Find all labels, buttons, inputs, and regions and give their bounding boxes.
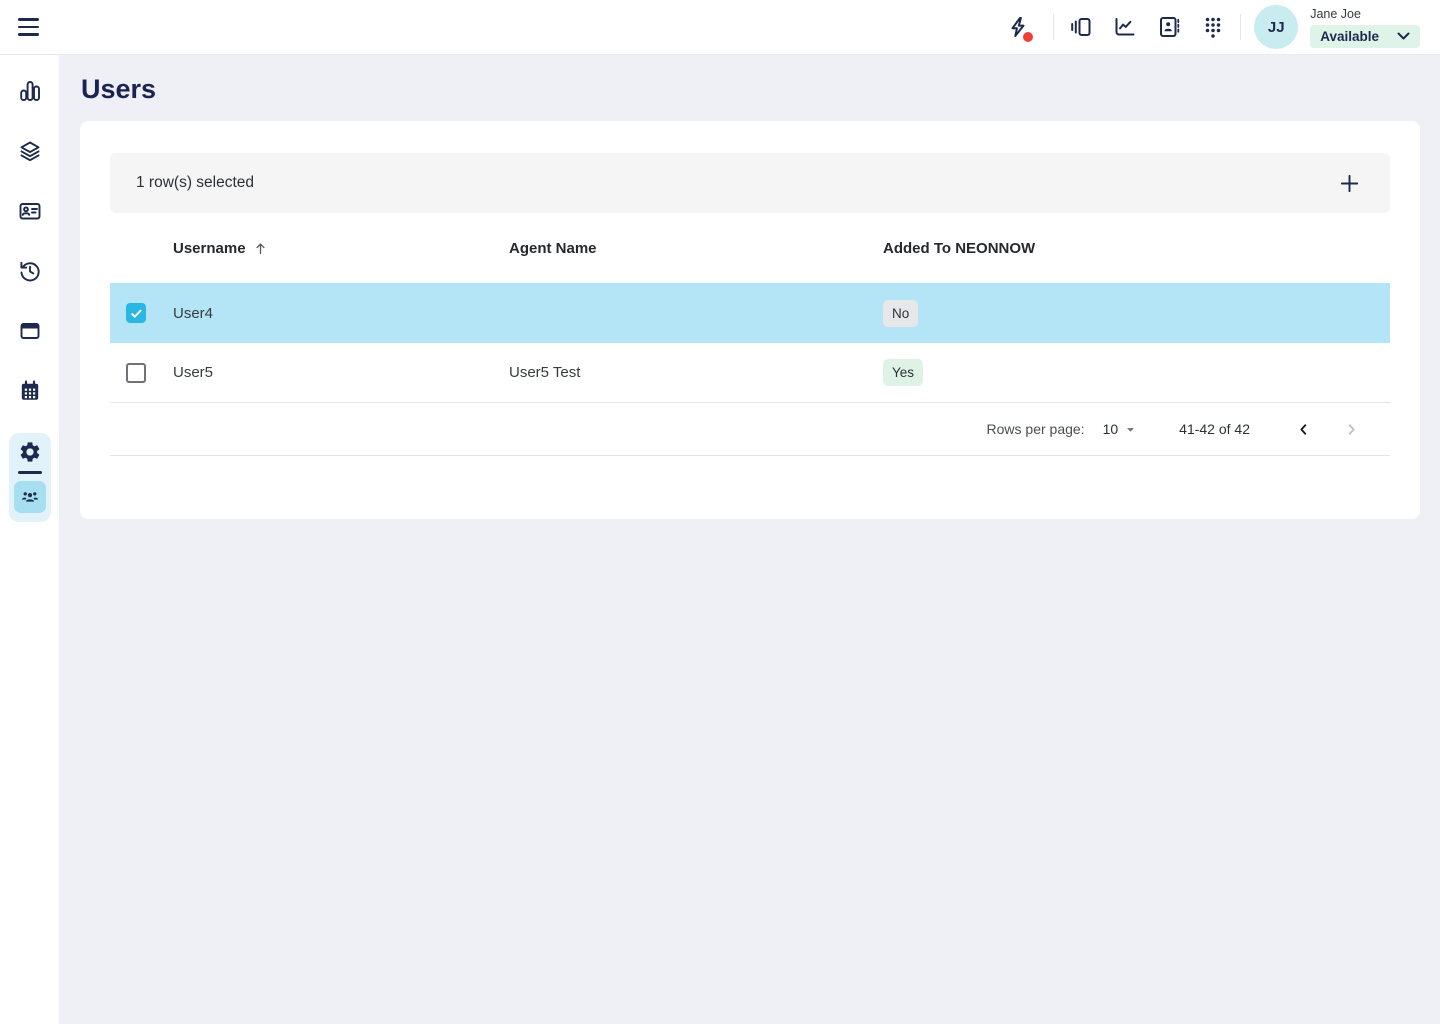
- status-dropdown[interactable]: Available: [1310, 25, 1420, 48]
- row-checkbox-unchecked[interactable]: [126, 363, 146, 383]
- sidebar-item-layers[interactable]: [18, 139, 42, 163]
- cell-agent-name: User5 Test: [509, 364, 883, 381]
- main-content: Users 1 row(s) selected Username: [59, 55, 1440, 519]
- sidebar-item-settings[interactable]: [18, 440, 42, 464]
- line-chart-icon: [1113, 15, 1137, 39]
- pagination-bar: Rows per page: 10 41-42 of 42: [110, 403, 1390, 456]
- sidebar-item-history[interactable]: [18, 259, 42, 283]
- cell-username: User5: [173, 364, 509, 381]
- user-block: Jane Joe Available: [1310, 7, 1420, 48]
- sidebar-settings-group: [9, 433, 51, 522]
- column-header-agent-name[interactable]: Agent Name: [509, 240, 883, 257]
- id-card-icon: [18, 199, 42, 223]
- avatar[interactable]: JJ: [1254, 5, 1298, 49]
- sort-ascending-icon: [253, 241, 268, 256]
- bar-chart-icon: [18, 79, 42, 103]
- page-title: Users: [81, 74, 1440, 105]
- sidebar-item-users[interactable]: [14, 481, 46, 513]
- next-page-button[interactable]: [1336, 414, 1366, 444]
- panels-button[interactable]: [1059, 5, 1103, 49]
- status-label: Available: [1320, 29, 1379, 44]
- analytics-button[interactable]: [1103, 5, 1147, 49]
- divider: [1053, 14, 1054, 40]
- sidebar: [0, 55, 59, 1024]
- select-arrow-icon: [1122, 421, 1139, 438]
- sidebar-item-window[interactable]: [18, 319, 42, 343]
- cell-username: User4: [173, 305, 509, 322]
- plus-icon: [1338, 172, 1361, 195]
- browser-window-icon: [18, 319, 42, 343]
- history-icon: [18, 259, 42, 283]
- gear-icon: [18, 440, 42, 464]
- selection-toolbar: 1 row(s) selected: [110, 153, 1390, 213]
- table-row[interactable]: User5 User5 Test Yes: [110, 343, 1390, 403]
- chevron-right-icon: [1343, 421, 1360, 438]
- row-checkbox-checked[interactable]: [126, 303, 146, 323]
- topbar-actions: JJ Jane Joe Available: [996, 5, 1440, 49]
- sidebar-item-contact-card[interactable]: [18, 199, 42, 223]
- table-row[interactable]: User4 No: [110, 283, 1390, 343]
- column-label: Username: [173, 240, 246, 257]
- added-status-badge: Yes: [883, 359, 923, 386]
- sidebar-group-divider: [18, 471, 42, 474]
- menu-toggle-button[interactable]: [18, 14, 44, 40]
- rows-per-page-select[interactable]: 10: [1103, 421, 1140, 438]
- column-header-username[interactable]: Username: [173, 240, 268, 257]
- panels-icon: [1069, 15, 1093, 39]
- user-name: Jane Joe: [1310, 7, 1361, 21]
- table-header-row: Username Agent Name Added To NEONNOW: [110, 213, 1390, 283]
- rows-per-page-label: Rows per page:: [987, 421, 1085, 437]
- flash-notifications-button[interactable]: [996, 5, 1040, 49]
- dialpad-button[interactable]: [1191, 5, 1235, 49]
- contacts-button[interactable]: [1147, 5, 1191, 49]
- rows-per-page-value: 10: [1103, 421, 1119, 437]
- sidebar-item-dashboard[interactable]: [18, 79, 42, 103]
- check-icon: [129, 306, 144, 321]
- layers-icon: [18, 139, 42, 163]
- users-group-icon: [19, 486, 41, 508]
- dialpad-icon: [1201, 15, 1225, 39]
- pagination-range: 41-42 of 42: [1179, 421, 1250, 437]
- topbar: JJ Jane Joe Available: [0, 0, 1440, 55]
- chevron-down-icon: [1397, 32, 1410, 41]
- divider: [1240, 14, 1241, 40]
- notification-dot: [1023, 32, 1033, 42]
- selection-count-label: 1 row(s) selected: [136, 174, 254, 192]
- add-user-button[interactable]: [1334, 168, 1364, 198]
- added-status-badge: No: [883, 300, 918, 327]
- column-header-added-to-neonnow[interactable]: Added To NEONNOW: [883, 240, 1390, 257]
- previous-page-button[interactable]: [1288, 414, 1318, 444]
- contact-book-icon: [1157, 15, 1181, 39]
- chevron-left-icon: [1295, 421, 1312, 438]
- sidebar-item-calendar[interactable]: [18, 379, 42, 403]
- calendar-icon: [18, 379, 42, 403]
- users-card: 1 row(s) selected Username: [80, 121, 1420, 519]
